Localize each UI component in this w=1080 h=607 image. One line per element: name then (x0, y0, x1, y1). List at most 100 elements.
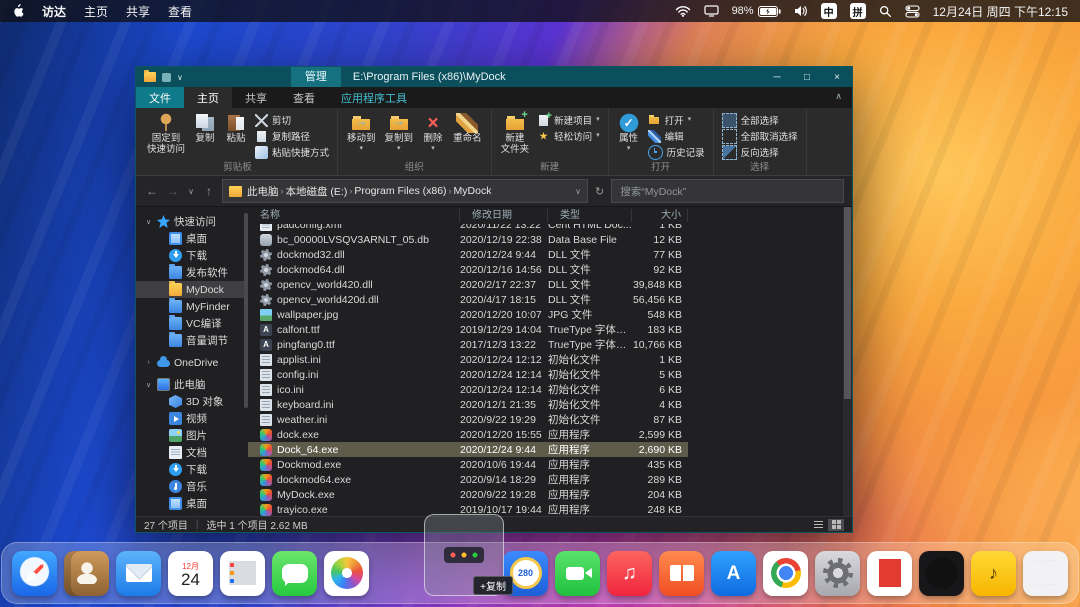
contacts-dock-icon[interactable] (64, 550, 109, 596)
ribbon-button[interactable]: 剪切 (252, 112, 332, 128)
refresh-button[interactable]: ↻ (595, 185, 604, 198)
ribbon-button[interactable]: 反向选择 (719, 144, 801, 160)
file-row[interactable]: opencv_world420d.dll 2020/4/17 18:15 DLL 文… (248, 292, 688, 307)
sidebar-item[interactable]: 桌面 (136, 495, 248, 512)
ribbon-button[interactable]: 全部取消选择 (719, 128, 801, 144)
maximize-button[interactable]: □ (792, 67, 822, 87)
file-row[interactable]: dock.exe 2020/12/20 15:55 应用程序 2,599 KB (248, 427, 688, 442)
ribbon-button[interactable]: ✓ 属性 ▾ (614, 111, 644, 161)
sidebar-item[interactable]: MyDock (136, 281, 248, 298)
qq-dock-icon[interactable] (867, 550, 912, 596)
sidebar-item[interactable]: 音量调节 (136, 332, 248, 349)
menu-item[interactable]: 查看 (168, 3, 192, 20)
search-box[interactable]: 搜索“MyDock” (611, 179, 844, 203)
clock-dock-icon[interactable] (919, 550, 964, 596)
breadcrumb-item[interactable]: Program Files (x86) (354, 185, 446, 197)
breadcrumb-item[interactable]: 此电脑 (247, 184, 279, 199)
recent-locations-dropdown[interactable]: ∨ (186, 187, 196, 196)
explorer-app-icon[interactable] (144, 70, 156, 82)
ribbon-button[interactable]: 历史记录 (645, 144, 708, 160)
settings-dock-icon[interactable] (815, 550, 860, 596)
file-row[interactable]: Apingfang0.ttf 2017/12/3 13:22 TrueType 字体… (248, 337, 688, 352)
menu-item[interactable]: 主页 (84, 3, 108, 20)
context-tab-label[interactable]: 管理 (290, 67, 341, 87)
photos-dock-icon[interactable] (324, 550, 369, 596)
qqmusic-dock-icon[interactable]: ♪ (971, 550, 1016, 596)
qat-properties-icon[interactable] (162, 72, 171, 82)
address-field[interactable]: 此电脑 › 本地磁盘 (E:) › Program Files (x86) › MyDock… (222, 179, 588, 203)
ribbon-button[interactable]: 复制 (190, 111, 220, 161)
breadcrumb-item[interactable]: MyDock (454, 185, 492, 197)
file-row[interactable]: bc_00000LVSQV3ARNLT_05.db 2020/12/19 22:3… (248, 232, 688, 247)
wifi-icon[interactable] (675, 5, 691, 17)
file-row[interactable]: config.ini 2020/12/24 12:14 初始化文件 5 KB (248, 367, 688, 382)
ribbon-button[interactable]: ★ 轻松访问 ▾ (534, 128, 603, 144)
ribbon-button[interactable]: 编辑 (645, 128, 708, 144)
breadcrumb-item[interactable]: 本地磁盘 (E:) (286, 184, 348, 199)
facetime-dock-icon[interactable] (555, 550, 600, 596)
ribbon-tab[interactable]: 文件 (136, 87, 184, 108)
ribbon-tab[interactable]: 共享 (232, 87, 280, 108)
display-icon[interactable] (703, 5, 719, 17)
ribbon-button[interactable]: + 新建项目 ▾ (534, 110, 603, 128)
address-dropdown-icon[interactable]: ∨ (575, 187, 581, 196)
books-dock-icon[interactable] (659, 550, 704, 596)
back-button[interactable]: ← (144, 184, 160, 198)
safari-dock-icon[interactable] (12, 550, 57, 596)
control-center-icon[interactable] (905, 4, 920, 18)
sidebar-item[interactable]: 发布软件 (136, 264, 248, 281)
mail-dock-icon[interactable] (116, 550, 161, 596)
messages-dock-icon[interactable] (272, 550, 317, 596)
qat-customize-chevron-icon[interactable]: ∨ (177, 73, 183, 82)
file-row[interactable]: dockmod32.dll 2020/12/24 9:44 DLL 文件 77 KB (248, 247, 688, 262)
ribbon-button[interactable]: 固定到 快速访问 (143, 111, 189, 161)
file-row[interactable]: dockmod64.dll 2020/12/16 14:56 DLL 文件 92 KB (248, 262, 688, 277)
sidebar-item[interactable]: 3D 对象 (136, 393, 248, 410)
forward-button[interactable]: → (165, 184, 181, 198)
ribbon-button[interactable]: × 删除 ▾ (418, 111, 448, 161)
sidebar-item[interactable]: 文档 (136, 444, 248, 461)
menu-item[interactable]: 访达 (42, 3, 66, 20)
file-row[interactable]: dockmod64.exe 2020/9/14 18:29 应用程序 289 KB (248, 472, 688, 487)
appstore-dock-icon[interactable]: A (711, 550, 756, 596)
up-button[interactable]: ↑ (201, 184, 217, 198)
close-button[interactable]: × (822, 67, 852, 87)
sidebar-item[interactable]: › OneDrive (136, 354, 248, 371)
battery-indicator[interactable]: 98% (732, 5, 781, 17)
file-row[interactable]: applist.ini 2020/12/24 12:12 初始化文件 1 KB (248, 352, 688, 367)
minimize-button[interactable]: ─ (762, 67, 792, 87)
file-row[interactable]: Dock_64.exe 2020/12/24 9:44 应用程序 2,690 KB (248, 442, 688, 457)
file-row[interactable]: keyboard.ini 2020/12/1 21:35 初始化文件 4 KB (248, 397, 688, 412)
windows-dock-icon[interactable] (1023, 550, 1068, 596)
ribbon-button[interactable]: 粘贴快捷方式 (252, 144, 332, 160)
sidebar-item[interactable]: ∨ 快速访问 (136, 213, 248, 230)
reminders-dock-icon[interactable] (220, 550, 265, 596)
volume-icon[interactable] (794, 5, 808, 17)
ribbon-tab[interactable]: 查看 (280, 87, 328, 108)
ribbon-collapse-icon[interactable]: ∧ (835, 91, 842, 102)
search-icon[interactable] (879, 5, 892, 18)
column-header-name[interactable]: 名称 (248, 209, 460, 222)
ribbon-button[interactable]: → 移动到 ▾ (343, 111, 380, 161)
music-dock-icon[interactable]: ♫ (607, 550, 652, 596)
chrome-dock-icon[interactable] (763, 550, 808, 596)
sidebar-item[interactable]: 视频 (136, 410, 248, 427)
file-row[interactable]: opencv_world420.dll 2020/2/17 22:37 DLL 文件… (248, 277, 688, 292)
file-row[interactable]: Dockmod.exe 2020/10/6 19:44 应用程序 435 KB (248, 457, 688, 472)
ribbon-button[interactable]: 粘贴 (221, 111, 251, 161)
ribbon-button[interactable]: 复制路径 (252, 128, 332, 144)
ribbon-tab[interactable]: 主页 (184, 87, 232, 108)
ribbon-button[interactable]: → 复制到 ▾ (381, 111, 418, 161)
input-method-badge-cn[interactable]: 中 (820, 3, 837, 19)
ribbon-button[interactable]: 打开 ▾ (645, 112, 708, 128)
input-method-badge-pinyin[interactable]: 拼 (849, 3, 866, 19)
menu-item[interactable]: 共享 (126, 3, 150, 20)
sidebar-item[interactable]: 下载 (136, 247, 248, 264)
sidebar-item[interactable]: 音乐 (136, 478, 248, 495)
sidebar-item[interactable]: MyFinder (136, 298, 248, 315)
column-header-type[interactable]: 类型 (548, 209, 632, 222)
column-header-size[interactable]: 大小 (632, 209, 688, 222)
vertical-scrollbar[interactable] (843, 207, 852, 516)
file-row[interactable]: weather.ini 2020/9/22 19:29 初始化文件 87 KB (248, 412, 688, 427)
menu-bar-clock[interactable]: 12月24日 周四 下午12:15 (933, 3, 1068, 20)
